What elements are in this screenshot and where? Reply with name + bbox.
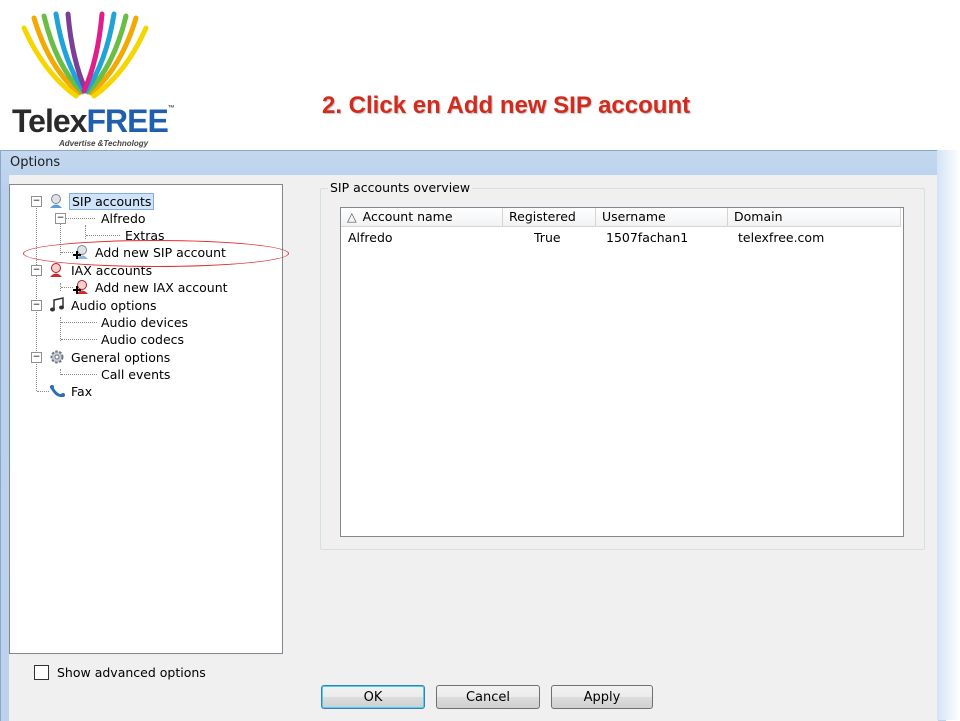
telexfree-logo: TelexFREE™ Advertise &Technology xyxy=(4,8,175,148)
list-header: △ Account name Registered Username Domain xyxy=(341,208,901,227)
cancel-button[interactable]: Cancel xyxy=(436,685,540,709)
tree-item-label: Fax xyxy=(71,383,93,399)
tree-item-alfredo[interactable]: Alfredo xyxy=(99,210,148,226)
gear-icon xyxy=(48,349,66,365)
sip-accounts-icon xyxy=(48,193,66,209)
show-advanced-checkbox[interactable] xyxy=(34,665,49,680)
fax-icon xyxy=(48,383,66,399)
cell-account-name: Alfredo xyxy=(348,230,393,245)
tree-item-label: Audio options xyxy=(71,297,157,313)
tree-item-audio-codecs[interactable]: Audio codecs xyxy=(99,331,186,347)
highlight-oval xyxy=(23,240,289,267)
collapse-sip-accounts[interactable]: − xyxy=(31,196,42,207)
add-account-icon xyxy=(72,279,90,295)
collapse-iax-accounts[interactable]: − xyxy=(31,265,42,276)
column-account-name[interactable]: △ Account name xyxy=(341,208,503,226)
audio-icon xyxy=(48,297,66,313)
tree-item-label: SIP accounts xyxy=(69,192,155,210)
tree-item-audio-options[interactable]: Audio options xyxy=(48,297,159,313)
tree-item-label: Add new IAX account xyxy=(95,279,228,295)
dialog-edge xyxy=(937,150,960,720)
column-username[interactable]: Username xyxy=(596,208,728,226)
column-registered[interactable]: Registered xyxy=(503,208,596,226)
column-domain[interactable]: Domain xyxy=(728,208,901,226)
tree-item-label: Audio devices xyxy=(101,314,189,330)
collapse-audio-options[interactable]: − xyxy=(31,300,42,311)
cell-domain: telexfree.com xyxy=(738,230,825,245)
iax-accounts-icon xyxy=(48,262,66,278)
cell-username: 1507fachan1 xyxy=(606,230,689,245)
apply-button[interactable]: Apply xyxy=(551,685,653,709)
tree-item-label: Audio codecs xyxy=(101,331,185,347)
logo-wordmark: TelexFREE™ xyxy=(12,103,175,139)
show-advanced-options[interactable]: Show advanced options xyxy=(34,665,206,680)
tree-item-general-options[interactable]: General options xyxy=(48,349,172,365)
cell-registered: True xyxy=(534,230,561,245)
logo-wings-icon xyxy=(21,11,149,99)
tree-item-add-new-iax-account[interactable]: Add new IAX account xyxy=(72,279,230,295)
sip-overview-title: SIP accounts overview xyxy=(328,180,473,195)
tree-item-call-events[interactable]: Call events xyxy=(99,366,172,382)
tree-item-label: General options xyxy=(71,349,171,365)
logo-tagline: Advertise &Technology xyxy=(59,139,149,148)
dialog-title: Options xyxy=(10,155,61,170)
show-advanced-label: Show advanced options xyxy=(57,665,206,680)
sort-ascending-icon: △ xyxy=(347,209,357,224)
tree-item-label: Alfredo xyxy=(101,210,146,226)
ok-button[interactable]: OK xyxy=(321,685,425,709)
instruction-heading: 2. Click en Add new SIP account xyxy=(322,92,691,119)
collapse-alfredo[interactable]: − xyxy=(55,213,66,224)
tree-item-audio-devices[interactable]: Audio devices xyxy=(99,314,190,330)
tree-item-fax[interactable]: Fax xyxy=(48,383,94,399)
collapse-general-options[interactable]: − xyxy=(31,352,42,363)
tree-item-sip-accounts[interactable]: SIP accounts xyxy=(48,192,155,210)
tree-item-label: Call events xyxy=(101,366,171,382)
sip-accounts-list[interactable]: △ Account name Registered Username Domain… xyxy=(340,207,904,537)
